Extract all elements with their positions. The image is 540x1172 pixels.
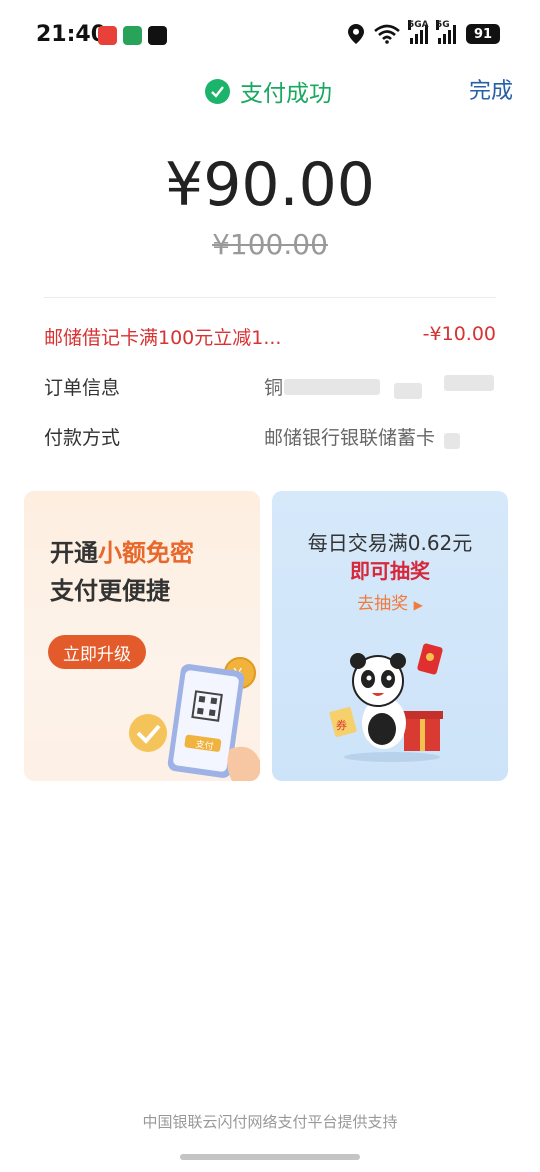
paid-amount: ¥90.00 [165,150,375,220]
tiktok-icon [148,26,167,45]
promo-left-highlight: 小额免密 [98,539,194,567]
payment-success-title: 支付成功 [205,74,332,108]
go-lottery-label: 去抽奖 [357,594,409,614]
order-info-label: 订单信息 [44,377,121,399]
original-amount: ¥100.00 [212,228,328,261]
coupon-label: 券 [336,718,347,732]
success-text: 支付成功 [240,81,332,107]
status-bar: 21:40 5GA 5G 91 [0,0,540,72]
cellular-signal-1-icon: 5GA [408,20,429,44]
cellular-signal-2-icon: 5G [436,20,456,44]
panda-mascot-illustration: 券 [329,643,443,762]
payment-method-row[interactable]: 付款方式 邮储银行银联储蓄卡 [44,423,496,453]
check-badge-icon [129,714,167,752]
promo-right-line1: 每日交易满0.62元 [307,531,473,555]
redacted-order-info [394,383,422,399]
payment-method-value: 邮储银行银联储蓄卡 [264,427,436,449]
result-header: 支付成功 完成 [0,72,540,108]
footer-text: 中国银联云闪付网络支付平台提供支持 [142,1113,398,1131]
discount-value: -¥10.00 [422,323,496,345]
battery-indicator: 91 [466,24,500,44]
redacted-card-number [444,433,460,449]
status-indicators: 5GA 5G 91 [348,20,500,44]
wechat-icon [123,26,142,45]
payment-method-label: 付款方式 [44,427,121,449]
redacted-order-info [444,375,494,391]
promo-right-line2: 即可抽奖 [350,559,430,583]
divider [44,297,496,298]
lottery-promo-card[interactable]: 每日交易满0.62元 即可抽奖 去抽奖 ▶ 券 [272,491,508,781]
wifi-icon [374,24,400,44]
location-icon [348,24,364,44]
small-payment-promo-card[interactable]: 开通小额免密 支付更便捷 立即升级 ¥ 支付 [24,491,260,781]
done-button[interactable]: 完成 [469,73,513,105]
promo-left-prefix: 开通 [50,539,98,567]
phone-qr-illustration: ¥ 支付 [129,657,260,781]
order-info-value: 铜 [264,377,284,399]
network-label-2: 5G [436,20,450,30]
home-indicator[interactable] [180,1154,360,1160]
discount-label: 邮储借记卡满100元立减1... [44,327,282,349]
order-info-row[interactable]: 订单信息 铜 [44,373,496,403]
promo-left-line1: 开通小额免密 [50,533,194,568]
arrow-right-icon: ▶ [413,598,423,612]
promo-left-line2: 支付更便捷 [50,577,170,605]
status-app-icons [98,26,167,45]
go-lottery-link[interactable]: 去抽奖 ▶ [272,589,508,614]
discount-row[interactable]: 邮储借记卡满100元立减1... -¥10.00 [44,323,496,353]
success-check-icon [205,78,230,104]
hand-icon [227,746,260,781]
network-label-1: 5GA [408,20,429,30]
app-notification-icon [98,26,117,45]
redacted-order-info [284,379,380,395]
status-time: 21:40 [36,22,107,47]
